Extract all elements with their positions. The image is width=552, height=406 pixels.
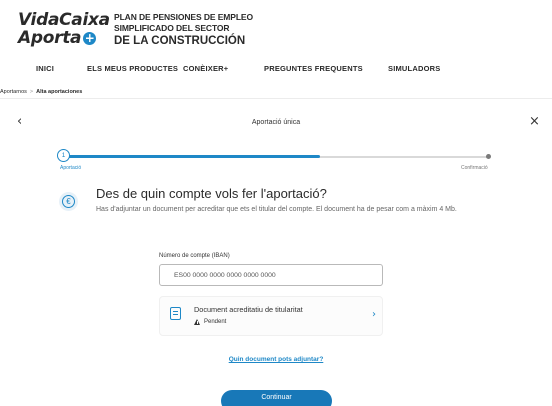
nav-item-simuladors[interactable]: SIMULADORS <box>388 64 440 73</box>
chevron-right-icon: › <box>372 309 376 320</box>
progress-fill <box>67 155 320 158</box>
logo-line2: Aporta + <box>18 29 98 48</box>
document-status: Pendent <box>194 319 226 325</box>
continue-button-label: Continuar <box>261 394 292 401</box>
document-card[interactable]: Document acreditatiu de titularitat Pend… <box>159 296 383 336</box>
progress-step-indicator: 1 <box>57 149 70 162</box>
nav-item-inici[interactable]: INICI <box>36 64 54 73</box>
warning-icon <box>194 319 200 325</box>
help-link[interactable]: Quin document pots adjuntar? <box>0 356 552 363</box>
plan-line1: PLAN DE PENSIONES DE EMPLEO <box>114 12 253 22</box>
close-icon[interactable]: × <box>529 114 540 129</box>
iban-label: Número de compte (IBAN) <box>159 253 230 259</box>
plus-icon: + <box>83 31 97 45</box>
document-status-text: Pendent <box>204 319 227 325</box>
plan-line2: SIMPLIFICADO DEL SECTOR <box>114 23 230 33</box>
main-nav: INICI ELS MEUS PRODUCTES CONÈIXER+ PREGU… <box>0 64 552 78</box>
document-icon <box>170 307 181 320</box>
breadcrumb-item-aportarnos[interactable]: Aportarnos <box>0 89 27 95</box>
breadcrumb-separator: > <box>29 89 34 95</box>
nav-item-productes[interactable]: ELS MEUS PRODUCTES <box>87 64 178 73</box>
question-description: Has d'adjuntar un document per acreditar… <box>96 206 457 213</box>
logo-line1: VidaCaixa <box>18 10 110 30</box>
progress-end-dot <box>486 154 491 159</box>
iban-input[interactable] <box>159 264 383 286</box>
progress-label-end: Confirmació <box>461 165 488 171</box>
euro-icon: € <box>59 192 78 211</box>
breadcrumb-item-current: Alta aportaciones <box>36 89 83 95</box>
plan-line3: DE LA CONSTRUCCIÓN <box>114 35 246 47</box>
breadcrumb: Aportarnos > Alta aportaciones <box>0 89 82 95</box>
continue-button[interactable]: Continuar <box>221 390 332 406</box>
nav-item-preguntes[interactable]: PREGUNTES FREQUENTS <box>264 64 363 73</box>
nav-item-coneixer[interactable]: CONÈIXER+ <box>183 64 228 73</box>
vidacaixa-logo[interactable]: VidaCaixa Aporta + <box>18 10 110 48</box>
document-name: Document acreditatiu de titularitat <box>194 305 303 314</box>
progress-label-start: Aportació <box>60 165 82 171</box>
header: VidaCaixa Aporta + PLAN DE PENSIONES DE … <box>0 0 552 84</box>
question-title: Des de quin compte vols fer l'aportació? <box>96 186 327 201</box>
plan-title: PLAN DE PENSIONES DE EMPLEO SIMPLIFICADO… <box>114 12 253 48</box>
logo-line2-text: Aporta <box>18 28 82 48</box>
divider <box>0 98 552 99</box>
step-title: Aportació única <box>251 119 301 126</box>
